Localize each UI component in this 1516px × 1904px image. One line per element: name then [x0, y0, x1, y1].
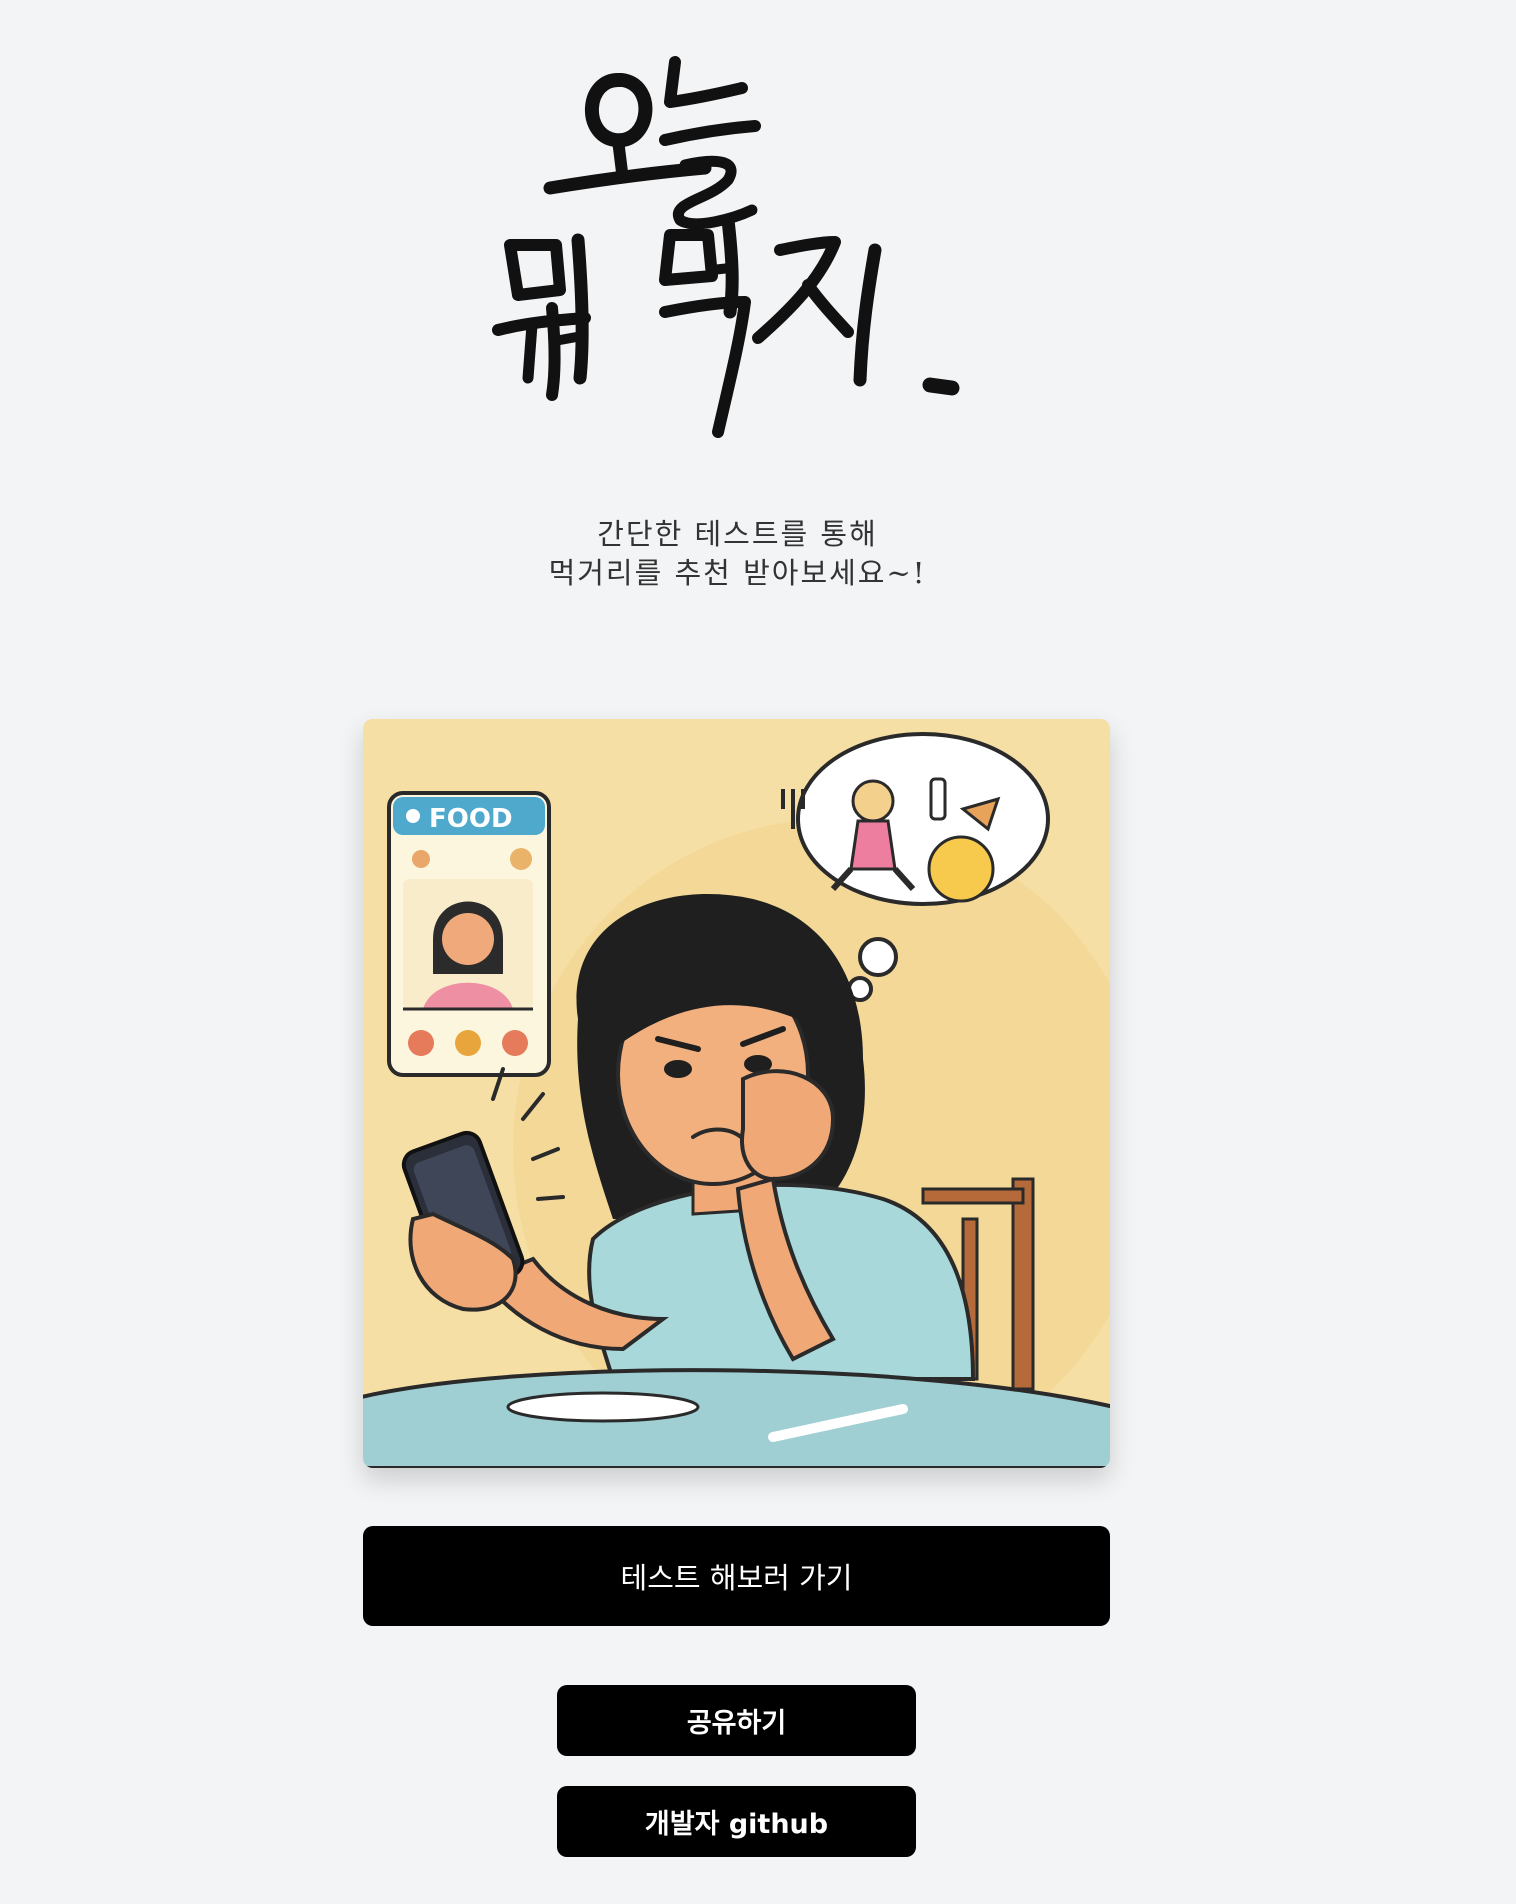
hero-illustration: FOOD — [363, 719, 1110, 1468]
hungry-girl-illustration: FOOD — [363, 719, 1110, 1468]
start-test-button[interactable]: 테스트 해보러 가기 — [363, 1526, 1110, 1626]
intro-line-1: 간단한 테스트를 통해 — [597, 517, 878, 551]
intro-line-2: 먹거리를 추천 받아보세요~! — [548, 556, 927, 590]
landing-page: 간단한 테스트를 통해 먹거리를 추천 받아보세요~! FOOD 테스트 해보러… — [0, 0, 1516, 1904]
calligraphy-logo-image — [492, 56, 960, 438]
logo — [490, 40, 990, 450]
intro-text: 간단한 테스트를 통해 먹거리를 추천 받아보세요~! — [0, 515, 1475, 593]
food-app-card: FOOD — [387, 791, 551, 1077]
share-button[interactable]: 공유하기 — [557, 1685, 916, 1756]
food-card-label: FOOD — [429, 804, 513, 834]
developer-github-button[interactable]: 개발자 github — [557, 1786, 916, 1857]
